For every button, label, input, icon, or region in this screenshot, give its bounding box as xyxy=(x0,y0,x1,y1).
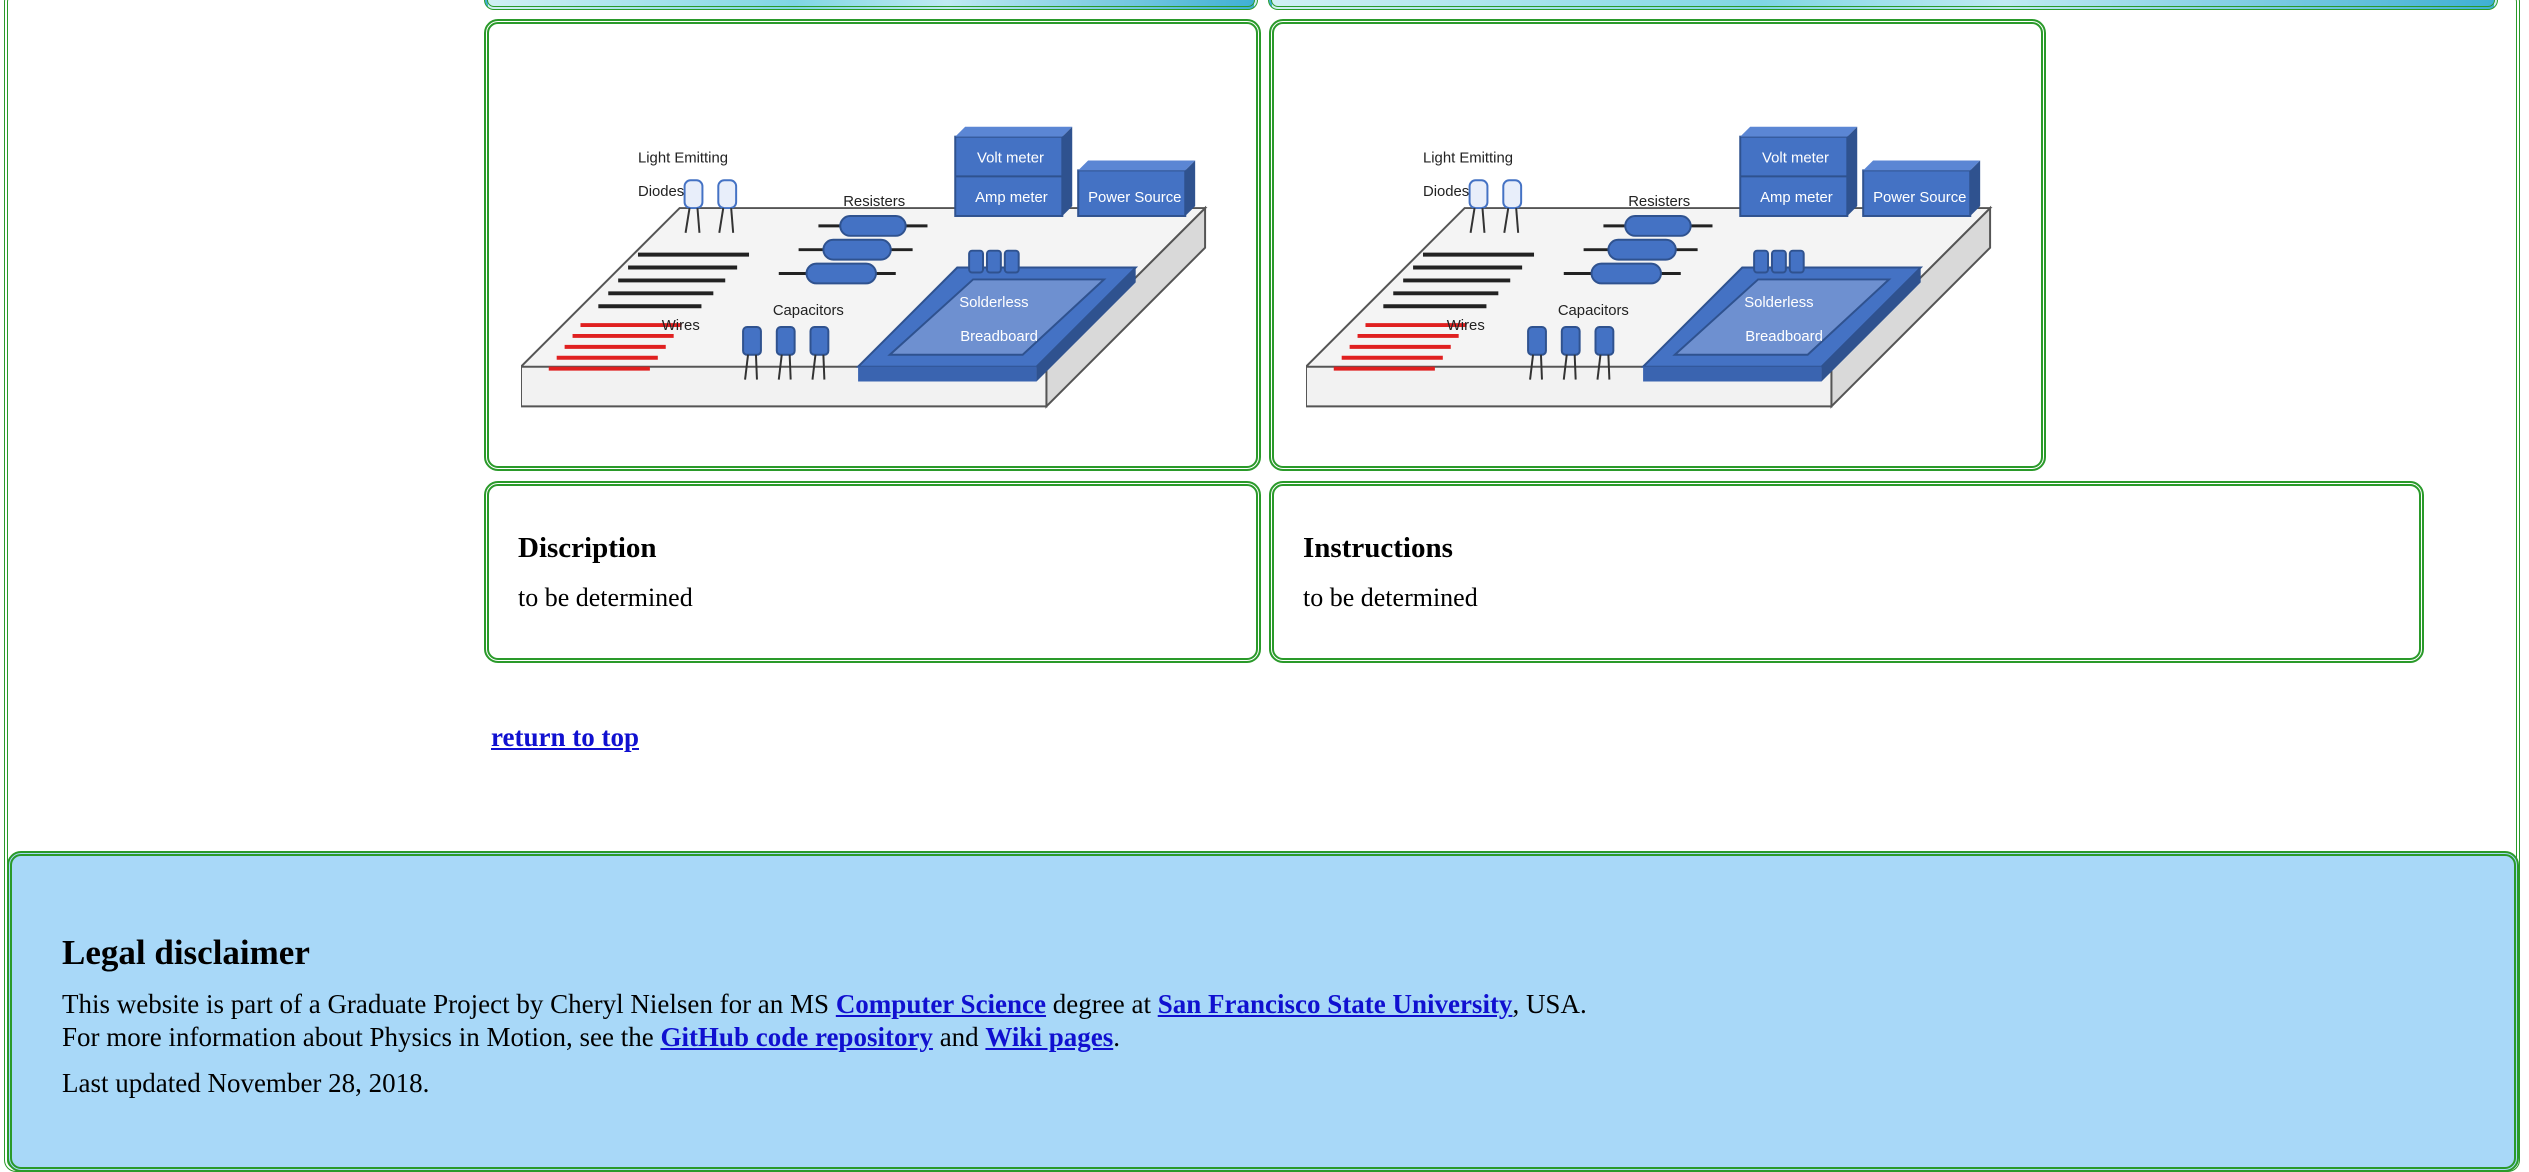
led-label-line2: Diodes xyxy=(1423,184,1469,200)
footer-text: degree at xyxy=(1046,989,1158,1019)
footer-line-2: For more information about Physics in Mo… xyxy=(62,1022,1120,1053)
instructions-body: to be determined xyxy=(1303,583,1478,612)
circuit-image-panel: Light Emitting Diodes Resisters Capacito… xyxy=(1269,19,2046,471)
wiki-pages-link[interactable]: Wiki pages xyxy=(985,1022,1113,1052)
instructions-title: Instructions xyxy=(1303,532,1453,564)
led-label-line1: Light Emitting xyxy=(638,150,728,166)
previous-panel-bottom-edge xyxy=(484,0,1258,10)
capacitors-label: Capacitors xyxy=(1558,303,1629,319)
breadboard-label-line1: Solderless xyxy=(1744,295,1813,311)
footer-text: and xyxy=(932,1022,986,1052)
volt-meter-label: Volt meter xyxy=(977,150,1044,166)
san-francisco-state-university-link[interactable]: San Francisco State University xyxy=(1158,989,1513,1019)
capacitors-label: Capacitors xyxy=(773,303,844,319)
instructions-panel: Instructions to be determined xyxy=(1269,481,2424,663)
footer-text: This website is part of a Graduate Proje… xyxy=(62,989,836,1019)
description-title: Discription xyxy=(518,532,657,564)
wires-label: Wires xyxy=(1447,318,1485,334)
previous-panel-bottom-edge xyxy=(1268,0,2498,10)
wires-label: Wires xyxy=(662,318,700,334)
resisters-label: Resisters xyxy=(843,194,905,210)
breadboard-label-line1: Solderless xyxy=(959,295,1028,311)
amp-meter-label: Amp meter xyxy=(975,190,1048,206)
led-label-line2: Diodes xyxy=(638,184,684,200)
last-updated: Last updated November 28, 2018. xyxy=(62,1068,430,1098)
led-label-line1: Light Emitting xyxy=(1423,150,1513,166)
footer-title: Legal disclaimer xyxy=(62,933,310,972)
footer-text: , USA. xyxy=(1512,989,1587,1019)
footer-text: . xyxy=(1113,1022,1120,1052)
footer-line-1: This website is part of a Graduate Proje… xyxy=(62,989,1587,1020)
power-source-label: Power Source xyxy=(1873,190,1966,206)
description-body: to be determined xyxy=(518,583,693,612)
computer-science-link[interactable]: Computer Science xyxy=(836,989,1046,1019)
legal-disclaimer-footer: Legal disclaimer This website is part of… xyxy=(7,851,2519,1172)
circuit-image-panel: Light Emitting Diodes Resisters Capacito… xyxy=(484,19,1261,471)
resisters-label: Resisters xyxy=(1628,194,1690,210)
volt-meter-label: Volt meter xyxy=(1762,150,1829,166)
breadboard-label-line2: Breadboard xyxy=(1745,329,1823,345)
circuit-components-illustration: Light Emitting Diodes Resisters Capacito… xyxy=(1306,126,1993,409)
amp-meter-label: Amp meter xyxy=(1760,190,1833,206)
breadboard-label-line2: Breadboard xyxy=(960,329,1038,345)
power-source-label: Power Source xyxy=(1088,190,1181,206)
github-code-repository-link[interactable]: GitHub code repository xyxy=(660,1022,933,1052)
return-to-top-link[interactable]: return to top xyxy=(491,722,639,753)
description-panel: Discription to be determined xyxy=(484,481,1261,663)
footer-text: For more information about Physics in Mo… xyxy=(62,1022,661,1052)
circuit-components-illustration: Light Emitting Diodes Resisters Capacito… xyxy=(521,126,1208,409)
